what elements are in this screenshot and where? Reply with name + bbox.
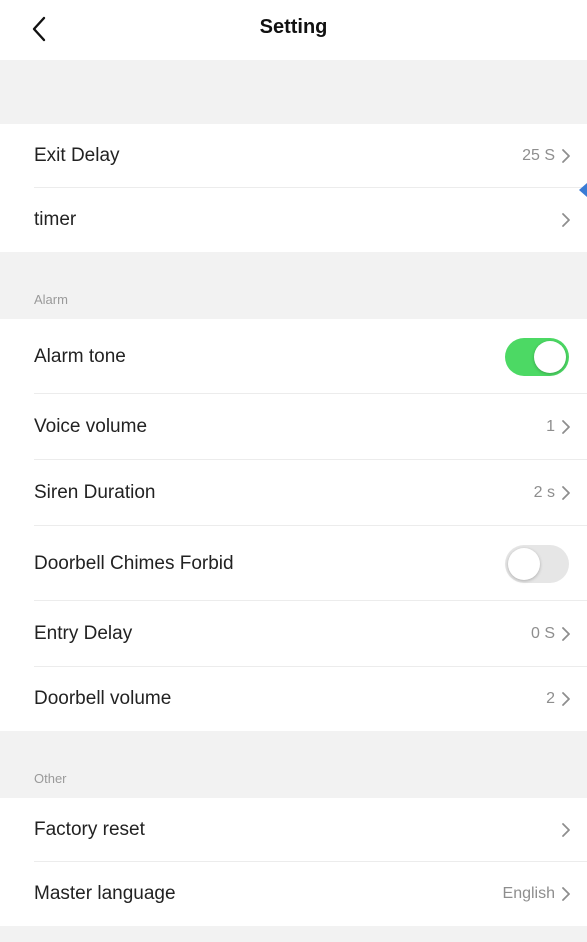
chevron-right-icon	[562, 887, 570, 901]
entry-delay-label: Entry Delay	[34, 623, 133, 644]
chevron-right-icon	[562, 823, 570, 837]
voice-volume-value: 1	[546, 418, 555, 435]
siren-duration-label: Siren Duration	[34, 482, 156, 503]
master-language-label: Master language	[34, 883, 176, 904]
master-language-value: English	[502, 885, 555, 902]
chevron-right-icon	[562, 213, 570, 227]
doorbell-chimes-forbid-toggle[interactable]	[505, 544, 569, 583]
factory-reset-row[interactable]: Factory reset	[0, 798, 587, 862]
alarm-section-header: Alarm	[0, 252, 587, 319]
doorbell-volume-value: 2	[546, 690, 555, 707]
chevron-right-icon	[562, 149, 570, 163]
siren-duration-row[interactable]: Siren Duration 2 s	[0, 460, 587, 526]
alarm-section-title: Alarm	[34, 292, 68, 307]
siren-duration-value: 2 s	[533, 484, 555, 501]
master-language-row[interactable]: Master language English	[0, 862, 587, 926]
doorbell-chimes-forbid-label: Doorbell Chimes Forbid	[34, 552, 234, 574]
chevron-right-icon	[562, 627, 570, 641]
exit-delay-label: Exit Delay	[34, 145, 120, 166]
factory-reset-label: Factory reset	[34, 819, 145, 840]
other-section-header: Other	[0, 731, 587, 798]
exit-delay-row[interactable]: Exit Delay 25 S	[0, 124, 587, 188]
section-spacer	[0, 60, 587, 124]
alarm-tone-row: Alarm tone	[0, 319, 587, 394]
entry-delay-row[interactable]: Entry Delay 0 S	[0, 601, 587, 667]
doorbell-chimes-forbid-row: Doorbell Chimes Forbid	[0, 526, 587, 601]
other-section-title: Other	[34, 771, 67, 786]
chevron-right-icon	[562, 692, 570, 706]
scroll-marker	[579, 183, 587, 197]
entry-delay-value: 0 S	[530, 625, 555, 642]
chevron-right-icon	[562, 486, 570, 500]
page-title: Setting	[259, 16, 328, 38]
alarm-tone-toggle[interactable]	[505, 337, 569, 376]
toggle-knob	[534, 340, 566, 373]
timer-row[interactable]: timer	[0, 188, 587, 252]
alarm-tone-label: Alarm tone	[34, 345, 126, 367]
voice-volume-label: Voice volume	[34, 416, 148, 437]
exit-delay-value: 25 S	[522, 147, 555, 164]
timer-label: timer	[34, 209, 77, 230]
doorbell-volume-label: Doorbell volume	[34, 688, 172, 709]
toggle-knob	[508, 547, 540, 580]
doorbell-volume-row[interactable]: Doorbell volume 2	[0, 667, 587, 731]
chevron-right-icon	[562, 420, 570, 434]
voice-volume-row[interactable]: Voice volume 1	[0, 394, 587, 460]
top-bar: Setting	[0, 0, 587, 60]
